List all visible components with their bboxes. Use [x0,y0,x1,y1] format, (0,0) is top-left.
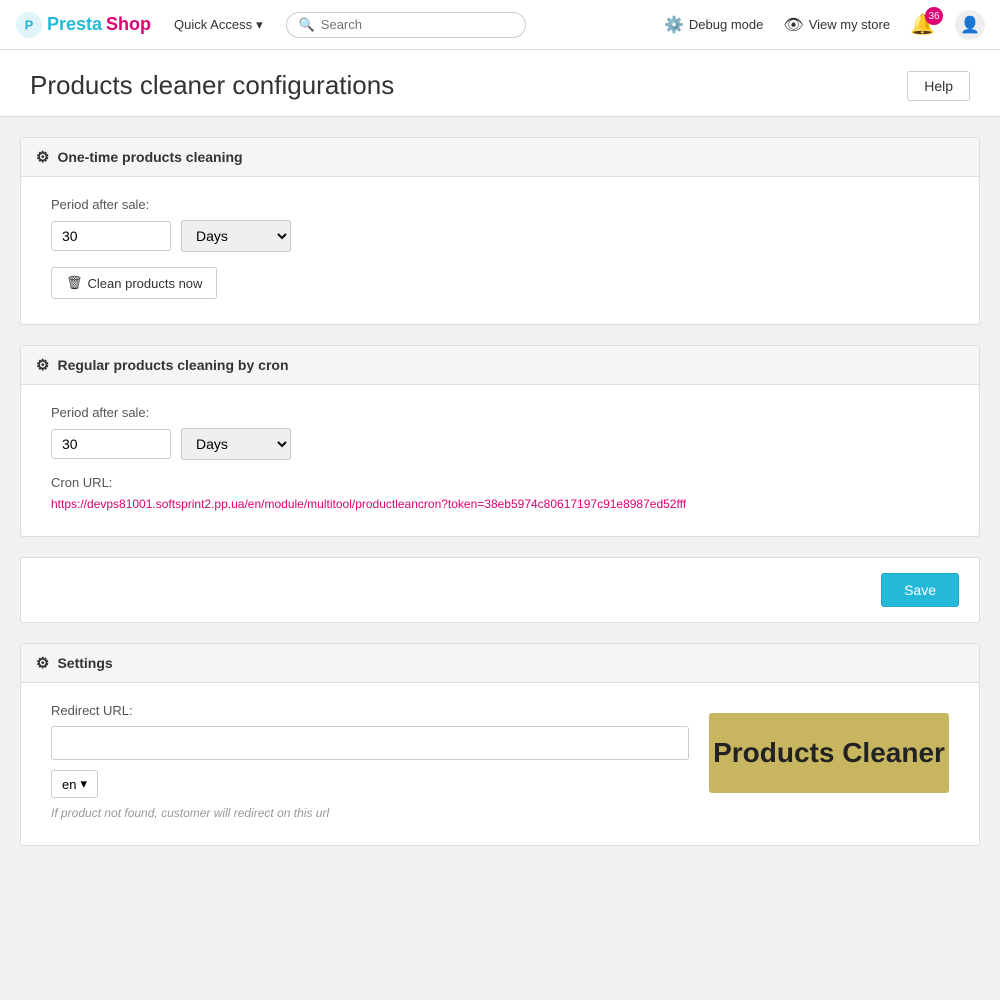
cron-url-label: Cron URL: [51,475,949,490]
period-unit-select-1[interactable]: Days Weeks Months [181,220,291,252]
one-time-panel-heading: ⚙ One-time products cleaning [21,138,979,177]
cron-url-section: Cron URL: https://devps81001.softsprint2… [51,475,949,511]
lang-value: en [62,777,76,792]
cron-url-link[interactable]: https://devps81001.softsprint2.pp.ua/en/… [51,497,686,511]
period-input-2[interactable] [51,429,171,459]
navbar-right: ⚙️ Debug mode 👁 View my store 🔔 36 👤 [664,10,985,40]
gear-icon-one-time: ⚙ [36,148,49,166]
page-title: Products cleaner configurations [30,70,394,101]
redirect-url-input[interactable] [51,726,689,760]
eye-icon: 👁 [783,15,803,35]
redirect-url-label: Redirect URL: [51,703,689,718]
notification-count: 36 [925,7,943,25]
navbar: P PrestaShop Quick Access ▾ 🔍 ⚙️ Debug m… [0,0,1000,50]
products-cleaner-banner-text: Products Cleaner [713,737,945,769]
regular-panel-body: Period after sale: Days Weeks Months Cro… [21,385,979,536]
settings-panel-heading: ⚙ Settings [21,644,979,683]
period-input-1[interactable] [51,221,171,251]
help-button[interactable]: Help [907,71,970,101]
products-cleaner-banner: Products Cleaner [709,713,949,793]
save-row: Save [20,557,980,623]
search-box: 🔍 [286,12,526,38]
page-header: Products cleaner configurations Help [0,50,1000,117]
debug-icon: ⚙️ [664,15,684,35]
gear-icon-settings: ⚙ [36,654,49,672]
settings-left: Redirect URL: en ▾ If product not found,… [51,703,689,820]
main-content: ⚙ One-time products cleaning Period afte… [0,117,1000,886]
regular-panel-heading: ⚙ Regular products cleaning by cron [21,346,979,385]
settings-panel: ⚙ Settings Redirect URL: en ▾ If product… [20,643,980,846]
period-row-1: Days Weeks Months [51,220,949,252]
brand-presta: Presta [47,14,102,35]
one-time-panel: ⚙ One-time products cleaning Period afte… [20,137,980,325]
notifications-button[interactable]: 🔔 36 [910,12,935,37]
clean-products-now-button[interactable]: 🗑 Clean products now [51,267,217,299]
quick-access-label: Quick Access [174,17,252,32]
brand-shop: Shop [106,14,151,35]
svg-text:P: P [25,17,34,32]
debug-mode-label: Debug mode [689,17,763,32]
redirect-hint-text: If product not found, customer will redi… [51,806,689,820]
period-unit-select-2[interactable]: Days Weeks Months [181,428,291,460]
chevron-down-icon-lang: ▾ [80,776,87,792]
view-store-link[interactable]: 👁 View my store [783,15,890,35]
regular-heading-label: Regular products cleaning by cron [57,357,288,373]
settings-content: Redirect URL: en ▾ If product not found,… [51,703,949,820]
gear-icon-regular: ⚙ [36,356,49,374]
brand-logo: P PrestaShop [15,11,151,39]
one-time-heading-label: One-time products cleaning [57,149,242,165]
one-time-panel-body: Period after sale: Days Weeks Months 🗑 C… [21,177,979,324]
settings-heading-label: Settings [57,655,112,671]
clean-products-label: Clean products now [88,276,203,291]
user-avatar[interactable]: 👤 [955,10,985,40]
language-select-button[interactable]: en ▾ [51,770,98,798]
trash-icon: 🗑 [66,275,83,291]
brand-icon: P [15,11,43,39]
view-store-label: View my store [809,17,890,32]
settings-panel-body: Redirect URL: en ▾ If product not found,… [21,683,979,845]
period-after-sale-label-2: Period after sale: [51,405,949,420]
quick-access-button[interactable]: Quick Access ▾ [166,13,271,37]
save-button[interactable]: Save [881,573,959,607]
debug-mode-link[interactable]: ⚙️ Debug mode [664,15,763,35]
chevron-down-icon: ▾ [256,17,263,33]
search-icon: 🔍 [299,17,315,33]
search-input[interactable] [321,17,513,32]
user-icon: 👤 [960,15,980,35]
regular-panel: ⚙ Regular products cleaning by cron Peri… [20,345,980,537]
period-row-2: Days Weeks Months [51,428,949,460]
settings-right: Products Cleaner [709,703,949,820]
period-after-sale-label-1: Period after sale: [51,197,949,212]
